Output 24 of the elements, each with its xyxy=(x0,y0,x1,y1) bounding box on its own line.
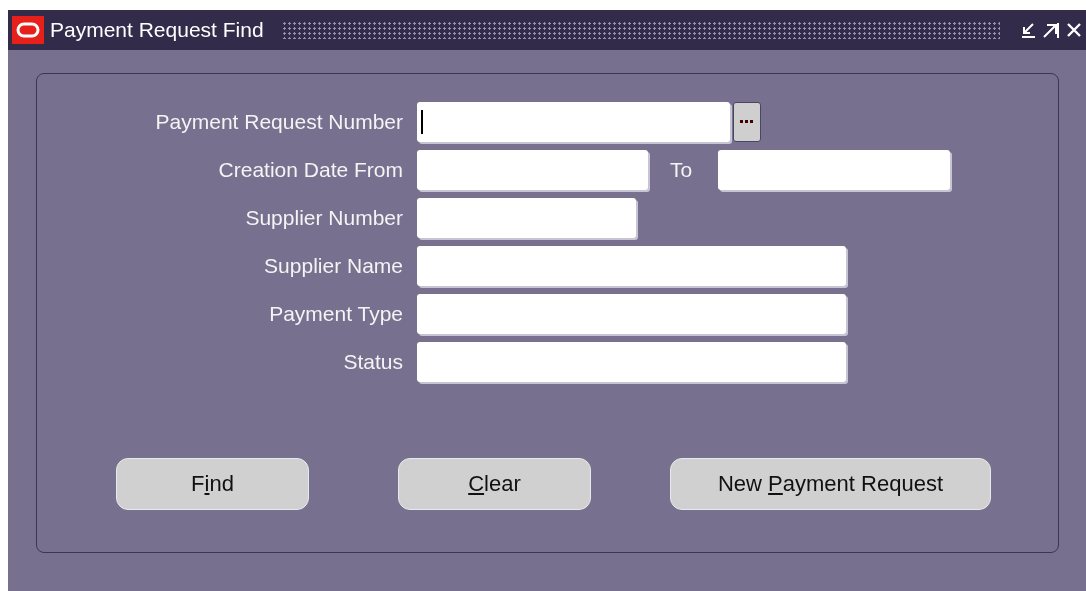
close-icon[interactable] xyxy=(1066,22,1082,38)
minimize-icon[interactable] xyxy=(1020,21,1036,39)
ellipsis-icon xyxy=(740,120,754,124)
input-field[interactable] xyxy=(417,150,648,190)
field-label: Payment Request Number xyxy=(154,110,403,134)
list-of-values-button[interactable] xyxy=(733,102,761,142)
field-label: Supplier Number xyxy=(244,206,403,230)
app-logo-icon xyxy=(12,16,44,44)
input-field[interactable] xyxy=(417,198,636,238)
input-field[interactable] xyxy=(417,342,846,382)
field-label: Creation Date From xyxy=(217,158,403,182)
input-field[interactable] xyxy=(417,102,730,142)
action-button[interactable]: Clear xyxy=(398,458,591,510)
input-field[interactable] xyxy=(718,150,951,190)
maximize-icon[interactable] xyxy=(1042,21,1060,39)
field-label: Payment Type xyxy=(268,302,403,326)
input-field[interactable] xyxy=(417,246,846,286)
field-label: To xyxy=(670,158,693,182)
action-button[interactable]: Find xyxy=(116,458,309,510)
field-label: Supplier Name xyxy=(263,254,403,278)
input-field[interactable] xyxy=(417,294,846,334)
window-title: Payment Request Find xyxy=(50,18,264,42)
field-label: Status xyxy=(342,350,403,374)
action-button[interactable]: New Payment Request xyxy=(670,458,991,510)
